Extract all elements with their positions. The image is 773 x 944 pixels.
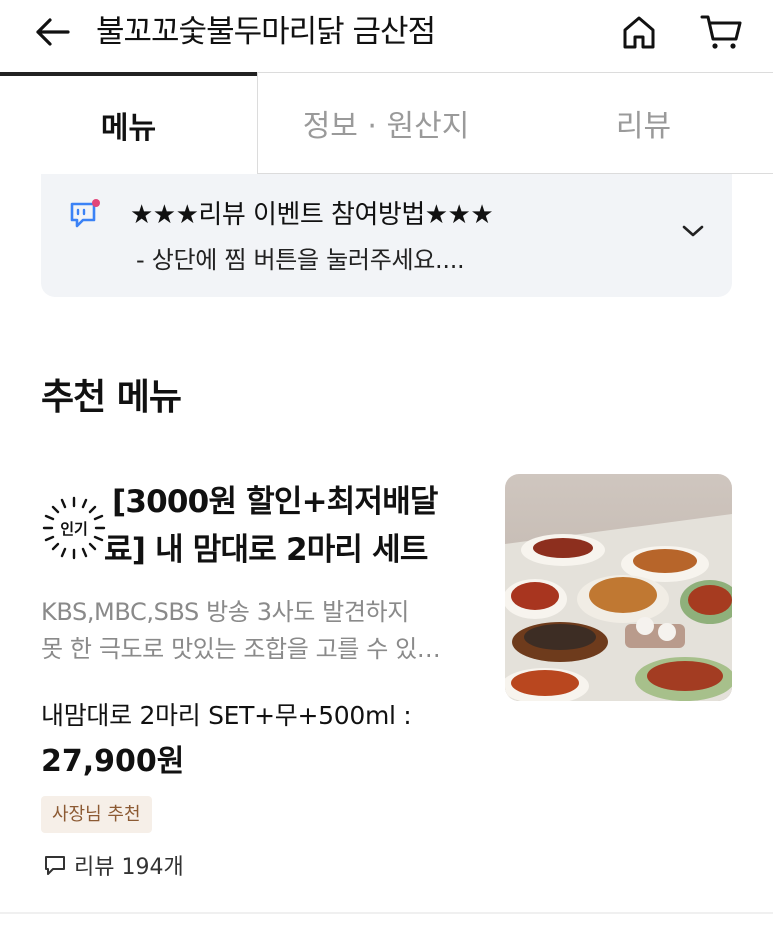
menu-item-name: [3000원 할인+최저배달 료] 내 맘대로 2마리 세트 [104, 478, 492, 574]
home-icon [623, 16, 655, 49]
store-tabs: 메뉴 정보 · 원산지 리뷰 [0, 72, 773, 174]
home-button[interactable] [616, 10, 662, 54]
menu-item-price: 27,900원 [41, 744, 185, 779]
tab-reviews[interactable]: 리뷰 [514, 72, 773, 174]
chat-bubble-icon [70, 199, 100, 228]
arrow-left-icon [36, 18, 70, 46]
recommended-section-title: 추천 메뉴 [41, 377, 182, 418]
tab-menu[interactable]: 메뉴 [0, 72, 257, 174]
menu-item-description-line1: KBS,MBC,SBS 방송 3사도 발견하지 [41, 598, 409, 626]
tab-info-origin[interactable]: 정보 · 원산지 [257, 72, 514, 174]
store-title: 불꼬꼬숯불두마리닭 금산점 [96, 14, 436, 50]
review-count: 리뷰 194개 [74, 855, 184, 880]
owner-recommend-badge: 사장님 추천 [41, 796, 152, 833]
cart-icon [700, 15, 742, 49]
top-app-bar: 불꼬꼬숯불두마리닭 금산점 [0, 0, 773, 72]
food-photo-illustration [505, 474, 732, 701]
notice-title: ★★★리뷰 이벤트 참여방법★★★ [130, 200, 494, 230]
menu-item-name-line2: 료] 내 맘대로 2마리 세트 [104, 532, 428, 568]
notice-subtitle: - 상단에 찜 버튼을 눌러주세요.... [136, 246, 465, 274]
section-divider [0, 912, 773, 914]
back-button[interactable] [30, 12, 74, 52]
review-event-notice[interactable]: ★★★리뷰 이벤트 참여방법★★★ - 상단에 찜 버튼을 눌러주세요.... [41, 174, 732, 297]
menu-item-description-line2: 못 한 극도로 맛있는 조합을 고를 수 있… [41, 635, 441, 663]
menu-item-option: 내맘대로 2마리 SET+무+500ml : [41, 701, 412, 730]
menu-item-card[interactable]: 인기 [3000원 할인+최저배달 료] 내 맘대로 2마리 세트 KBS,MB… [0, 470, 773, 910]
review-count-row: 리뷰 194개 [44, 850, 184, 880]
popular-badge: 인기 [40, 494, 108, 562]
menu-item-name-line1: [3000원 할인+최저배달 [112, 484, 438, 520]
speech-bubble-icon [45, 856, 65, 875]
menu-item-photo [505, 474, 732, 701]
chevron-down-icon[interactable] [681, 222, 705, 240]
menu-item-description: KBS,MBC,SBS 방송 3사도 발견하지 못 한 극도로 맛있는 조합을 … [41, 594, 481, 668]
popular-badge-label: 인기 [60, 519, 88, 538]
cart-button[interactable] [697, 10, 745, 54]
